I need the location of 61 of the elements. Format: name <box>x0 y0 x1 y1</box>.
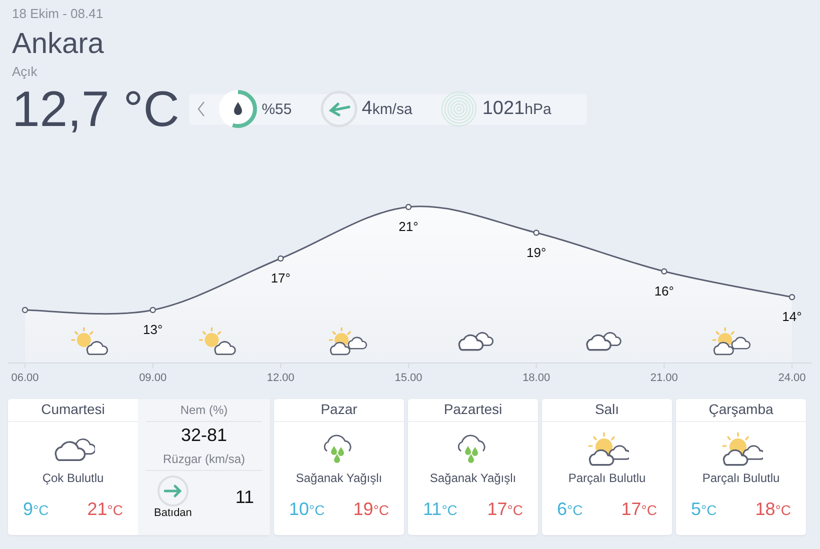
cloud-icon <box>586 332 622 351</box>
high-temperature: 19°C <box>353 499 389 520</box>
wind-label: Rüzgar (km/sa) <box>146 448 262 471</box>
time-label: 24.00 <box>778 372 806 384</box>
low-temperature: 9°C <box>23 499 49 520</box>
data-point <box>278 255 284 262</box>
data-point <box>405 204 412 210</box>
low-temperature: 10°C <box>289 499 325 520</box>
wind-direction: Batıdan <box>154 507 192 519</box>
day-name: Pazar <box>274 399 404 422</box>
temperature-label: 16° <box>654 283 674 298</box>
humidity-value: %55 <box>262 100 292 118</box>
partly-sunny-icon <box>71 327 108 356</box>
partly-sunny-icon <box>712 327 751 356</box>
data-point <box>150 306 156 314</box>
time-label: 18.00 <box>522 372 550 384</box>
temperature-label: 17° <box>270 270 290 286</box>
partly-sunny-icon <box>328 327 368 356</box>
pressure-value: 1021hPa <box>482 98 552 120</box>
high-temperature: 18°C <box>755 499 791 520</box>
partly-sunny-icon <box>198 327 236 356</box>
temperature-label: 14° <box>782 309 802 324</box>
pressure-icon <box>440 90 478 128</box>
date-time: 18 Ekim - 08.41 <box>12 5 104 23</box>
data-point <box>22 306 28 314</box>
cloud-icon <box>458 332 494 351</box>
low-temperature: 11°C <box>423 499 458 520</box>
humidity-range: 32-81 <box>180 424 228 447</box>
temperature-label: 21° <box>398 219 418 234</box>
high-temperature: 17°C <box>621 499 657 520</box>
current-condition: Açık <box>12 63 38 81</box>
city-name: Ankara <box>12 27 105 61</box>
day-condition: Sağanak Yağışlı <box>296 471 382 485</box>
wind-speed: 11 <box>235 486 254 508</box>
day-name: Salı <box>542 399 672 422</box>
day-name: Çarşamba <box>676 399 806 422</box>
wind-direction-icon <box>156 475 189 507</box>
data-point <box>661 268 668 274</box>
day-condition: Parçalı Bulutlu <box>568 471 646 485</box>
data-point <box>788 294 796 300</box>
high-temperature: 17°C <box>487 499 523 520</box>
day-name: Pazartesi <box>408 399 538 422</box>
day-condition: Sağanak Yağışlı <box>430 471 516 485</box>
wind-direction-icon <box>320 90 358 128</box>
time-label: 12.00 <box>266 372 294 384</box>
wind-speed: 4km/sa <box>362 98 412 120</box>
time-label: 15.00 <box>394 372 422 384</box>
low-temperature: 6°C <box>557 499 583 520</box>
current-temperature: 12,7 °C <box>12 81 180 137</box>
day-condition: Parçalı Bulutlu <box>702 471 780 485</box>
day-condition: Çok Bulutlu <box>42 471 104 485</box>
time-label: 09.00 <box>139 372 167 384</box>
time-label: 21.00 <box>650 372 678 384</box>
humidity-label: Nem (%) <box>146 399 262 422</box>
low-temperature: 5°C <box>691 499 717 520</box>
humidity-gauge <box>218 89 258 129</box>
data-point <box>533 230 540 236</box>
time-label: 06.00 <box>11 372 39 384</box>
temperature-label: 19° <box>526 244 546 260</box>
temperature-label: 13° <box>143 322 163 337</box>
high-temperature: 21°C <box>87 499 123 520</box>
